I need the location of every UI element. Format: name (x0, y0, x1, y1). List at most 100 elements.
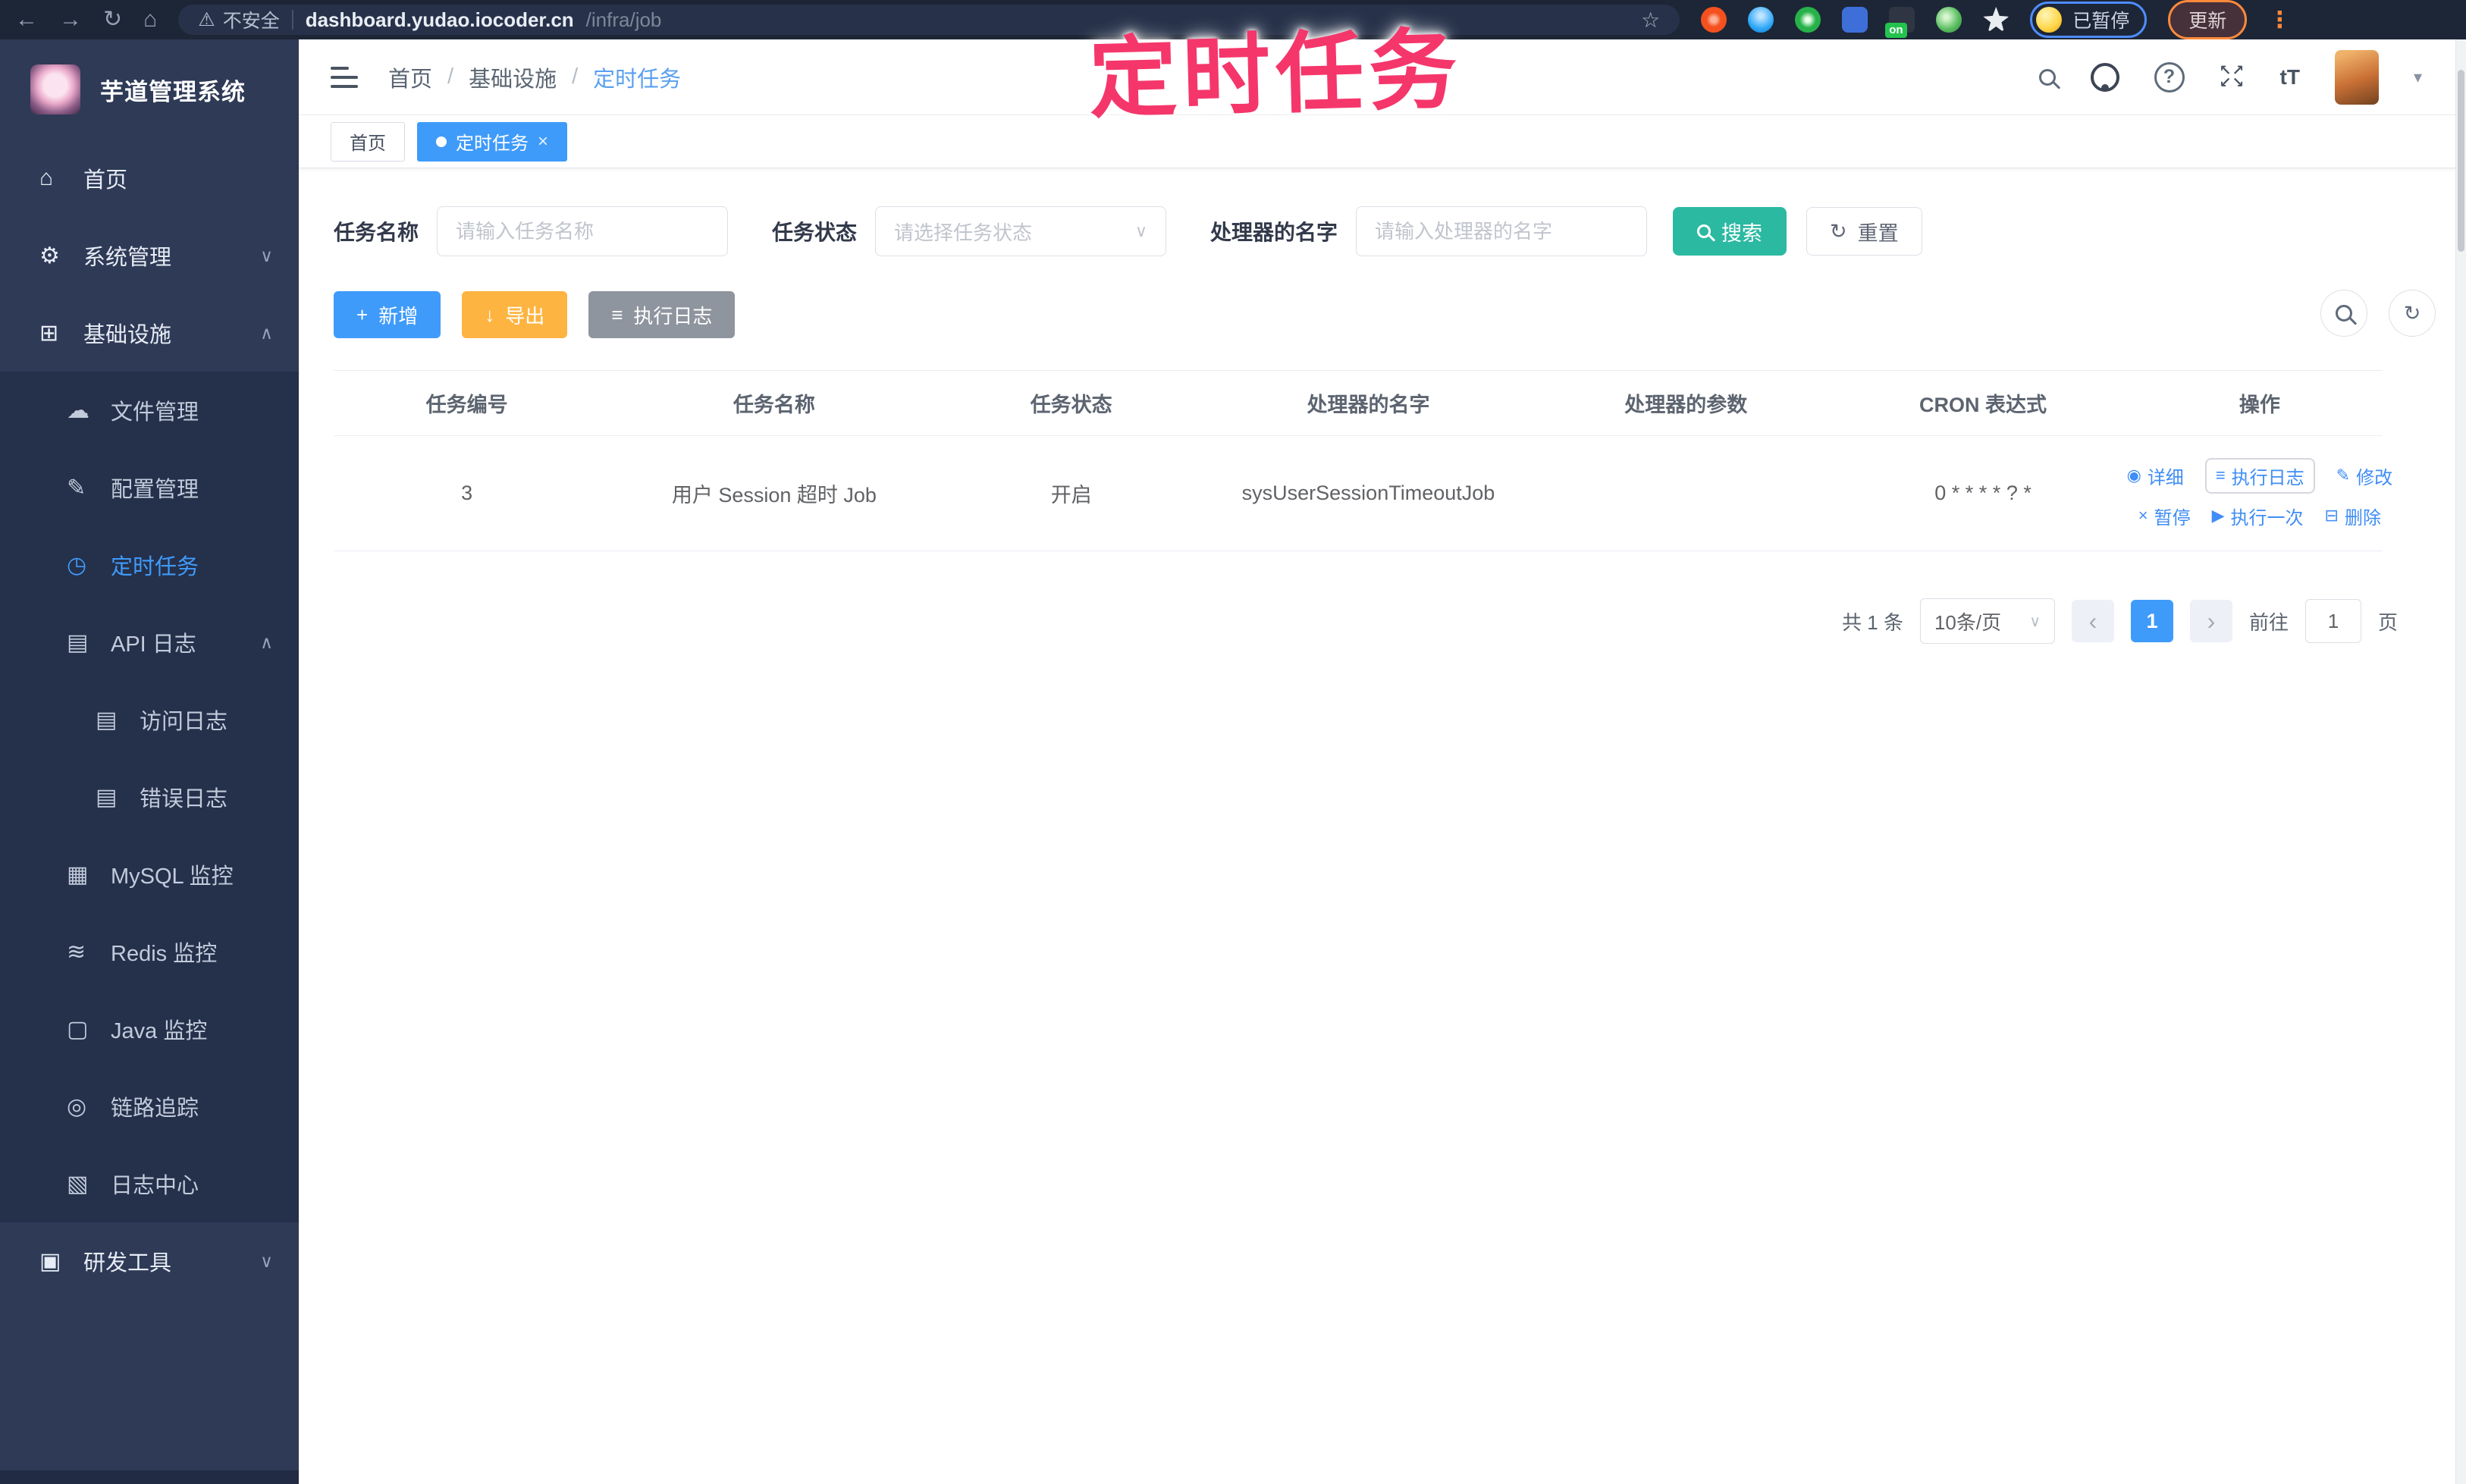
reset-button-label: 重置 (1857, 221, 1899, 245)
user-menu-caret-icon[interactable]: ▾ (2414, 67, 2422, 87)
scrollbar-thumb[interactable] (2458, 70, 2464, 252)
extension-green-icon[interactable] (1795, 7, 1821, 33)
current-page-button[interactable]: 1 (2130, 600, 2173, 642)
col-job-status: 任务状态 (948, 370, 1194, 436)
sidebar-item-scheduled-tasks[interactable]: ◷ 定时任务 (0, 526, 299, 604)
address-bar[interactable]: ⚠ 不安全 dashboard.yudao.iocoder.cn /infra/… (178, 5, 1680, 35)
sidebar-item-mysql-monitor[interactable]: ▦ MySQL 监控 (0, 836, 299, 913)
pencil-icon: ✎ (2336, 466, 2351, 485)
sidebar-item-api-log[interactable]: ▤ API 日志 ∧ (0, 604, 299, 681)
user-avatar[interactable] (2334, 49, 2379, 105)
run-once-link[interactable]: ▶ 执行一次 (2212, 503, 2304, 529)
detail-link[interactable]: ◉ 详细 (2127, 463, 2184, 489)
extension-grid-icon[interactable] (1842, 7, 1868, 33)
pause-link[interactable]: × 暂停 (2138, 503, 2191, 529)
back-icon[interactable]: ← (15, 8, 38, 31)
extension-star-icon[interactable] (1983, 7, 2010, 33)
table-toolbar: + 新增 ↓ 导出 ≡ 执行日志 ↻ (334, 290, 2448, 338)
logo-row[interactable]: 芋道管理系统 (0, 39, 299, 140)
row-execution-log-link[interactable]: ≡ 执行日志 (2204, 457, 2315, 494)
tag-home[interactable]: 首页 (331, 121, 405, 162)
document-icon: ▤ (67, 629, 89, 655)
font-size-icon[interactable]: tT (2280, 65, 2300, 89)
breadcrumb-home[interactable]: 首页 (388, 61, 432, 93)
handler-name-input[interactable] (1356, 206, 1648, 256)
sidebar-item-system-management[interactable]: ⚙ 系统管理 ∨ (0, 217, 299, 294)
help-icon[interactable]: ? (2154, 61, 2185, 93)
not-secure-warning[interactable]: ⚠ 不安全 (198, 6, 279, 33)
extension-drop-icon[interactable] (1748, 7, 1774, 33)
sidebar-item-config-management[interactable]: ✎ 配置管理 (0, 449, 299, 526)
goto-page-input[interactable] (2304, 599, 2361, 643)
sidebar-item-trace[interactable]: ◎ 链路追踪 (0, 1068, 299, 1145)
col-job-id: 任务编号 (334, 370, 601, 436)
app-title: 芋道管理系统 (100, 78, 246, 105)
fullscreen-icon[interactable]: ↖ ↗ ↙ ↘ (2220, 64, 2245, 90)
extension-orange-icon[interactable] (1701, 7, 1727, 33)
forward-icon[interactable]: → (59, 8, 82, 31)
sidebar-item-dev-tools[interactable]: ▣ 研发工具 ∨ (0, 1222, 299, 1300)
sidebar-item-label: 访问日志 (140, 710, 228, 734)
reload-icon[interactable]: ↻ (103, 8, 122, 31)
bookmark-star-icon[interactable]: ☆ (1641, 8, 1660, 33)
sidebar-item-label: 错误日志 (140, 787, 228, 811)
job-name-input[interactable] (437, 206, 729, 256)
breadcrumb-separator: / (447, 64, 454, 89)
cell-handler-name: sysUserSessionTimeoutJob (1194, 435, 1543, 551)
cell-job-id: 3 (334, 435, 601, 551)
edit-link[interactable]: ✎ 修改 (2336, 463, 2392, 489)
reset-button[interactable]: ↻ 重置 (1806, 207, 1922, 256)
search-button[interactable]: 搜索 (1673, 207, 1787, 256)
sidebar-item-redis-monitor[interactable]: ≋ Redis 监控 (0, 913, 299, 990)
chrome-update-button[interactable]: 更新 (2168, 0, 2248, 39)
next-page-button[interactable]: › (2189, 600, 2232, 642)
toggle-search-button[interactable] (2320, 290, 2367, 337)
profile-sync-paused-pill[interactable]: 已暂停 (2030, 2, 2148, 38)
reset-icon: ↻ (1830, 219, 1847, 243)
sidebar-item-file-management[interactable]: ☁ 文件管理 (0, 372, 299, 449)
close-icon[interactable]: × (538, 131, 548, 152)
page-size-select[interactable]: 10条/页 ∨ (1919, 598, 2055, 644)
chevron-down-icon: ∨ (1134, 221, 1148, 240)
breadcrumb-infrastructure[interactable]: 基础设施 (469, 61, 557, 93)
extension-switch-icon[interactable]: on (1885, 7, 1915, 38)
sidebar-item-home[interactable]: ⌂ 首页 (0, 140, 299, 217)
delete-link[interactable]: ⊟ 删除 (2325, 503, 2381, 529)
search-icon[interactable] (2038, 68, 2056, 86)
database-icon: ▦ (67, 861, 89, 887)
cell-job-name: 用户 Session 超时 Job (600, 435, 949, 551)
jobs-table: 任务编号 任务名称 任务状态 处理器的名字 处理器的参数 CRON 表达式 操作… (334, 370, 2392, 551)
logo-avatar (30, 64, 80, 115)
job-status-select[interactable]: 请选择任务状态 ∨ (875, 206, 1167, 256)
chevron-down-icon: ∨ (260, 1250, 273, 1271)
prev-page-button[interactable]: ‹ (2071, 600, 2114, 642)
sidebar-item-infrastructure[interactable]: ⊞ 基础设施 ∧ (0, 294, 299, 372)
add-button-label: 新增 (378, 304, 419, 328)
breadcrumb-current: 定时任务 (593, 67, 682, 92)
main-area: 首页 / 基础设施 / 定时任务 ? ↖ ↗ ↙ ↘ tT ▾ 首页 定时任务 … (299, 39, 2466, 1484)
warning-icon: ⚠ (198, 9, 215, 30)
collapse-sidebar-icon[interactable] (331, 66, 358, 88)
refresh-button[interactable]: ↻ (2389, 290, 2436, 337)
add-button[interactable]: + 新增 (334, 291, 441, 338)
profile-avatar-emoji (2036, 7, 2063, 33)
cell-cron: 0 * * * * ? * (1829, 435, 2137, 551)
browser-menu-icon[interactable]: ⋮ (2268, 7, 2291, 33)
browser-scrollbar[interactable] (2455, 39, 2466, 1484)
home-icon[interactable]: ⌂ (143, 8, 157, 31)
active-tag-dot (436, 136, 447, 147)
app-frame: 芋道管理系统 ⌂ 首页 ⚙ 系统管理 ∨ ⊞ 基础设施 ∧ ☁ 文件管理 ✎ 配… (0, 39, 2466, 1484)
sidebar-item-access-log[interactable]: ▤ 访问日志 (0, 681, 299, 758)
handler-name-label: 处理器的名字 (1210, 221, 1338, 244)
sidebar-item-java-monitor[interactable]: ▢ Java 监控 (0, 990, 299, 1068)
sidebar-item-log-center[interactable]: ▧ 日志中心 (0, 1145, 299, 1222)
execution-log-button[interactable]: ≡ 执行日志 (588, 291, 736, 338)
sidebar-item-label: 日志中心 (111, 1174, 199, 1198)
extension-leaf-icon[interactable] (1936, 7, 1962, 33)
navbar-actions: ? ↖ ↗ ↙ ↘ tT ▾ (2038, 49, 2422, 105)
sidebar-item-label: 配置管理 (111, 478, 199, 502)
github-icon[interactable] (2090, 62, 2119, 92)
sidebar-item-error-log[interactable]: ▤ 错误日志 (0, 758, 299, 836)
tag-scheduled-tasks[interactable]: 定时任务 × (417, 121, 568, 162)
export-button[interactable]: ↓ 导出 (462, 291, 568, 338)
